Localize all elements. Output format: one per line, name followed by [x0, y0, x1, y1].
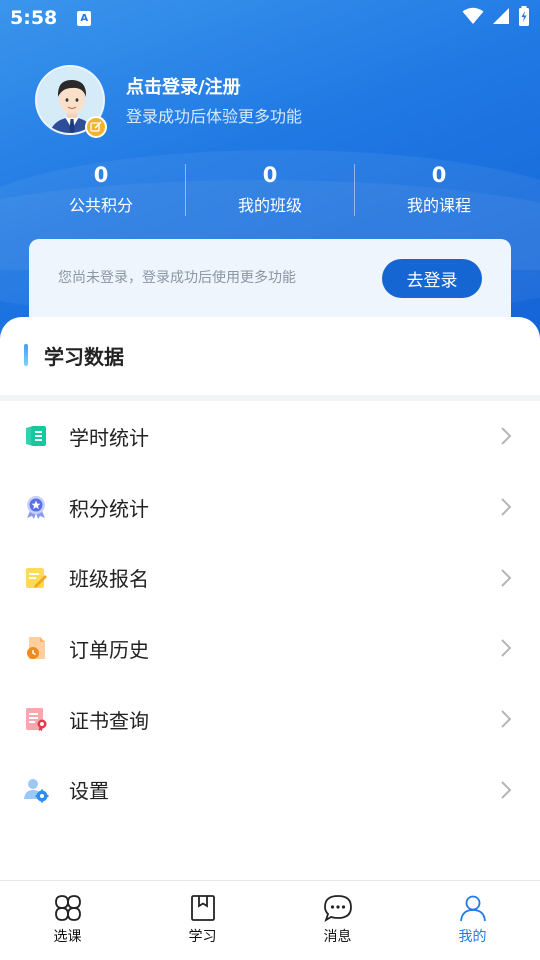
menu-item-label: 班级报名 [69, 567, 149, 592]
chevron-right-icon [499, 708, 513, 730]
menu-item-label: 证书查询 [69, 708, 149, 733]
login-register-link[interactable]: 点击登录/注册 [126, 73, 241, 99]
menu-item-label: 设置 [69, 779, 109, 804]
menu-item-label: 积分统计 [69, 496, 149, 521]
login-subtitle: 登录成功后体验更多功能 [126, 107, 303, 126]
nav-mine[interactable]: 我的 [405, 881, 540, 960]
order-history-icon [23, 635, 49, 661]
section-accent-bar [24, 344, 28, 366]
content-sheet: 学习数据 学时统计 积分统计 班级报名 订单历史 证书查询 设置 [0, 317, 540, 880]
stat-value: 0 [93, 163, 109, 187]
menu-item-certificate[interactable]: 证书查询 [0, 684, 540, 755]
chevron-right-icon [499, 637, 513, 659]
status-time: 5:58 [10, 7, 58, 29]
section-title: 学习数据 [44, 345, 124, 369]
stat-label: 公共积分 [68, 196, 133, 215]
menu-item-points[interactable]: 积分统计 [0, 472, 540, 543]
course-select-icon [53, 893, 83, 923]
profile-icon [458, 893, 488, 923]
certificate-icon [23, 706, 49, 732]
wifi-icon [462, 7, 484, 29]
signal-icon [492, 7, 510, 29]
menu-list: 学时统计 积分统计 班级报名 订单历史 证书查询 设置 [0, 401, 540, 825]
settings-user-icon [23, 777, 49, 803]
study-hours-icon [23, 423, 49, 449]
chevron-right-icon [499, 425, 513, 447]
battery-icon [518, 6, 530, 30]
menu-item-class-signup[interactable]: 班级报名 [0, 542, 540, 613]
chevron-right-icon [499, 779, 513, 801]
stat-value: 0 [262, 163, 278, 187]
login-prompt-text: 您尚未登录，登录成功后使用更多功能 [58, 270, 296, 286]
nav-label: 选课 [53, 929, 82, 945]
menu-item-settings[interactable]: 设置 [0, 754, 540, 825]
stat-public-points[interactable]: 0 公共积分 [17, 162, 185, 218]
stats-row: 0 公共积分 0 我的班级 0 我的课程 [17, 162, 523, 218]
menu-item-label: 订单历史 [69, 637, 149, 662]
edit-profile-icon[interactable] [85, 116, 107, 138]
chevron-right-icon [499, 567, 513, 589]
nav-study[interactable]: 学习 [135, 881, 270, 960]
study-book-icon [188, 893, 218, 923]
message-icon [323, 893, 353, 923]
bottom-nav: 选课 学习 消息 我的 [0, 880, 540, 960]
nav-label: 我的 [458, 929, 487, 945]
notification-badge: A [77, 10, 92, 26]
stat-my-courses[interactable]: 0 我的课程 [355, 162, 523, 218]
nav-label: 消息 [323, 929, 352, 945]
stat-label: 我的班级 [237, 196, 302, 215]
menu-item-order-history[interactable]: 订单历史 [0, 613, 540, 684]
nav-course-select[interactable]: 选课 [0, 881, 135, 960]
menu-item-study-hours[interactable]: 学时统计 [0, 401, 540, 472]
menu-item-label: 学时统计 [69, 425, 149, 450]
class-signup-icon [23, 565, 49, 591]
nav-messages[interactable]: 消息 [270, 881, 405, 960]
status-bar: 5:58 A [0, 0, 540, 36]
points-medal-icon [23, 494, 49, 520]
stat-value: 0 [431, 163, 447, 187]
nav-label: 学习 [188, 929, 217, 945]
stat-label: 我的课程 [406, 196, 471, 215]
chevron-right-icon [499, 496, 513, 518]
go-login-button[interactable]: 去登录 [382, 259, 482, 298]
section-header: 学习数据 [0, 317, 540, 395]
stat-my-classes[interactable]: 0 我的班级 [186, 162, 354, 218]
